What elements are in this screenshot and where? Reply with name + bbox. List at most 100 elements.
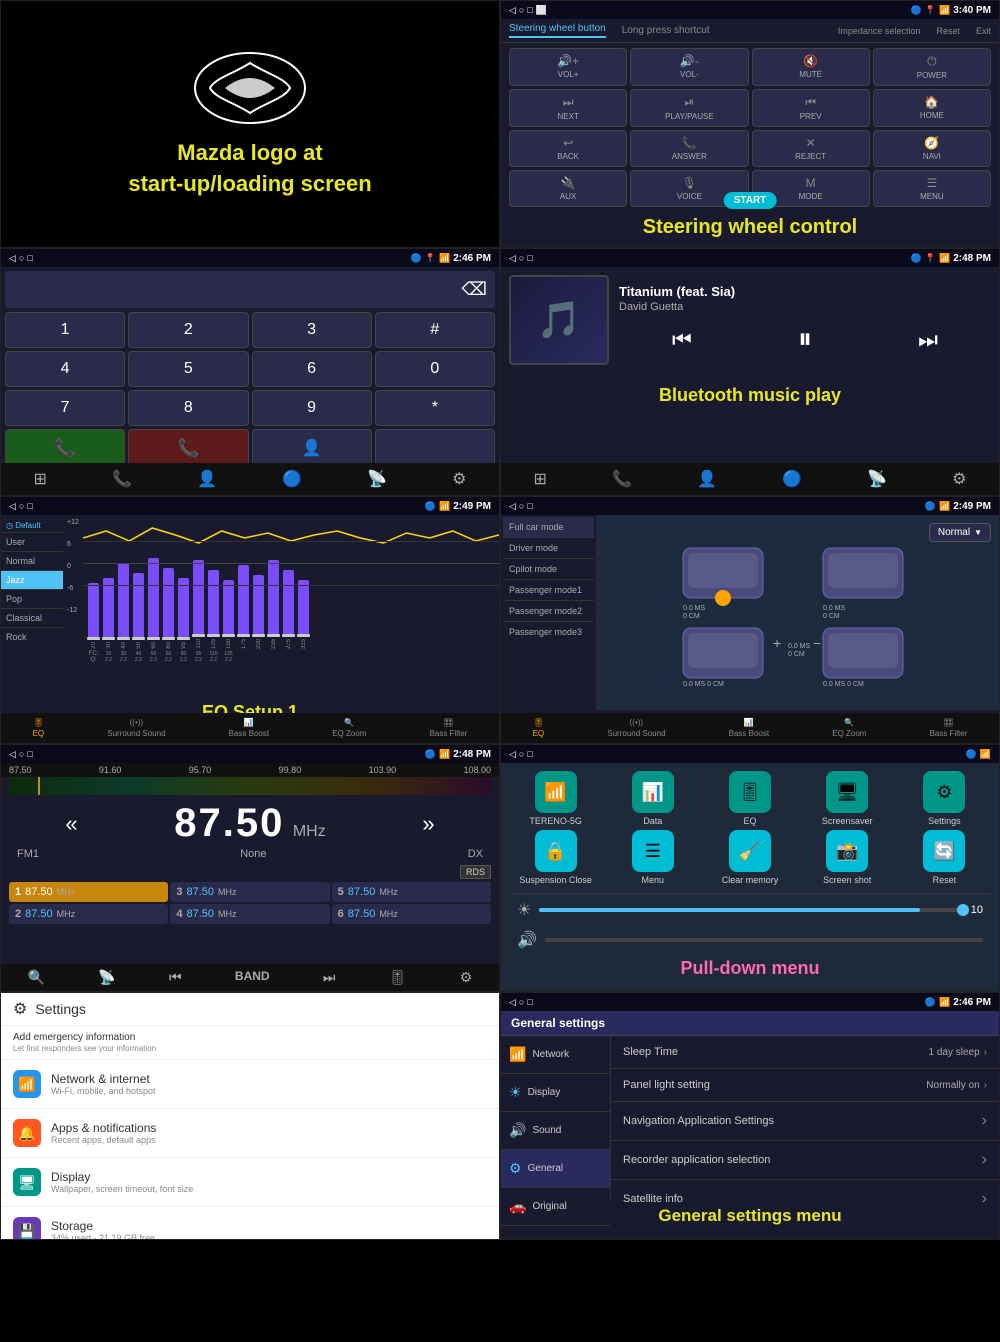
pulldown-screenshot[interactable]: 📸 Screen shot xyxy=(801,830,894,885)
eq-bar-1[interactable]: 30 xyxy=(102,578,115,649)
play-pause-music-btn[interactable]: ⏸ xyxy=(798,323,812,356)
dial-hash[interactable]: # xyxy=(375,312,495,348)
reject-btn[interactable]: ✕REJECT xyxy=(752,130,870,167)
eq-bar-2[interactable]: 40 xyxy=(117,563,130,649)
sidebar-original[interactable]: 🚗 Original xyxy=(501,1188,610,1226)
mode-cpilot[interactable]: Cpilot mode xyxy=(503,559,594,580)
mode-driver[interactable]: Driver mode xyxy=(503,538,594,559)
pulldown-settings[interactable]: ⚙ Settings xyxy=(898,771,991,826)
nav-apps-icon[interactable]: ⊞ xyxy=(34,469,47,489)
setting-apps[interactable]: 🔔 Apps & notifications Recent apps, defa… xyxy=(1,1109,499,1158)
start-button[interactable]: START xyxy=(724,192,777,209)
eq2-tab-bass[interactable]: 📊Bass Boost xyxy=(729,718,769,738)
vol-minus-btn[interactable]: 🔊-VOL- xyxy=(630,48,748,86)
sidebar-sound[interactable]: 🔊 Sound xyxy=(501,1112,610,1150)
sidebar-network[interactable]: 📶 Network xyxy=(501,1036,610,1074)
preset-normal[interactable]: Normal xyxy=(1,552,63,571)
eq-bar-12[interactable]: 235 xyxy=(267,560,280,649)
preset-classical[interactable]: Classical xyxy=(1,609,63,628)
steering-tab-active[interactable]: Steering wheel button xyxy=(509,23,606,38)
nav2-bt2-icon[interactable]: 📡 xyxy=(867,469,887,489)
dial-0[interactable]: 0 xyxy=(375,351,495,387)
dial-7[interactable]: 7 xyxy=(5,390,125,426)
eq-bar-11[interactable]: 200 xyxy=(252,575,265,649)
preset-2[interactable]: 2 87.50 MHz xyxy=(9,904,168,924)
mode-passenger2[interactable]: Passenger mode2 xyxy=(503,601,594,622)
eq-tab-zoom[interactable]: 🔍EQ Zoom xyxy=(332,718,366,738)
nav-bt-icon[interactable]: 🔵 xyxy=(282,469,302,489)
eq-bar-14[interactable]: 315 xyxy=(297,580,310,649)
setting-network[interactable]: 📶 Network & internet Wi-Fi, mobile, and … xyxy=(1,1060,499,1109)
freq-back-btn[interactable]: « xyxy=(65,811,77,837)
answer-btn[interactable]: 📞ANSWER xyxy=(630,130,748,167)
radio-next-icon[interactable]: ⏭ xyxy=(323,969,336,986)
nav-bt2-icon[interactable]: 📡 xyxy=(367,469,387,489)
dial-8[interactable]: 8 xyxy=(128,390,248,426)
preset-pop[interactable]: Pop xyxy=(1,590,63,609)
setting-storage[interactable]: 💾 Storage 34% used - 21.19 GB free xyxy=(1,1207,499,1240)
pulldown-suspension[interactable]: 🔒 Suspension Close xyxy=(509,830,602,885)
mode-passenger1[interactable]: Passenger mode1 xyxy=(503,580,594,601)
setting-satellite[interactable]: Satellite info › xyxy=(611,1180,999,1202)
sidebar-reverse[interactable]: 📷 Reverse xyxy=(501,1226,610,1240)
dial-2[interactable]: 2 xyxy=(128,312,248,348)
radio-band-btn[interactable]: BAND xyxy=(235,969,270,986)
eq-bar-7[interactable]: 110 xyxy=(192,560,205,649)
next-track-btn[interactable]: ⏭ xyxy=(918,327,938,353)
pulldown-clear-memory[interactable]: 🧹 Clear memory xyxy=(703,830,796,885)
prev-track-btn[interactable]: ⏮ xyxy=(672,327,692,353)
radio-prev-icon[interactable]: ⏮ xyxy=(169,969,182,986)
nav2-settings-icon[interactable]: ⚙ xyxy=(952,469,966,489)
eq-bar-13[interactable]: 275 xyxy=(282,570,295,649)
steering-tab-inactive[interactable]: Long press shortcut xyxy=(622,25,710,36)
mode-passenger3[interactable]: Passenger mode3 xyxy=(503,622,594,642)
prev-btn[interactable]: ⏮PREV xyxy=(752,89,870,127)
nav-contacts-icon[interactable]: 👤 xyxy=(197,469,217,489)
power-btn[interactable]: ⏻POWER xyxy=(873,48,991,86)
eq-bar-8[interactable]: 125 xyxy=(207,570,220,649)
eq2-tab-eq[interactable]: 🎚EQ xyxy=(533,718,545,738)
pulldown-menu[interactable]: ☰ Menu xyxy=(606,830,699,885)
mute-btn[interactable]: 🔇MUTE xyxy=(752,48,870,86)
preset-jazz[interactable]: Jazz xyxy=(1,571,63,590)
nav2-phone-icon[interactable]: 📞 xyxy=(612,469,632,489)
nav2-contacts-icon[interactable]: 👤 xyxy=(697,469,717,489)
radio-antenna-icon[interactable]: 📡 xyxy=(98,969,115,986)
dial-1[interactable]: 1 xyxy=(5,312,125,348)
mode-full-car[interactable]: Full car mode xyxy=(503,517,594,538)
pulldown-screensaver[interactable]: 🖥 Screensaver xyxy=(801,771,894,826)
preset-user[interactable]: User xyxy=(1,533,63,552)
eq-bar-10[interactable]: 175 xyxy=(237,565,250,649)
dial-star[interactable]: * xyxy=(375,390,495,426)
navi-btn[interactable]: 🧭NAVI xyxy=(873,130,991,167)
exit-label[interactable]: Exit xyxy=(976,26,991,36)
eq2-tab-filter[interactable]: 🎛Bass Filter xyxy=(930,718,968,738)
dial-6[interactable]: 6 xyxy=(252,351,372,387)
play-pause-btn[interactable]: ⏯PLAY/PAUSE xyxy=(630,89,748,127)
aux-btn[interactable]: 🔌AUX xyxy=(509,170,627,207)
eq-tab-eq[interactable]: 🎚EQ xyxy=(33,718,45,738)
nav-phone-icon[interactable]: 📞 xyxy=(112,469,132,489)
home-btn[interactable]: 🏠HOME xyxy=(873,89,991,127)
setting-recorder[interactable]: Recorder application selection › xyxy=(611,1141,999,1180)
pulldown-data[interactable]: 📊 Data xyxy=(606,771,699,826)
setting-panel-light[interactable]: Panel light setting Normally on › xyxy=(611,1069,999,1102)
vol-plus-btn[interactable]: 🔊+VOL+ xyxy=(509,48,627,86)
eq-tab-bass[interactable]: 📊Bass Boost xyxy=(229,718,269,738)
eq-tab-surround[interactable]: ((•))Surround Sound xyxy=(107,718,165,738)
radio-settings-icon[interactable]: ⚙ xyxy=(460,969,473,986)
reset-label[interactable]: Reset xyxy=(936,26,960,36)
preset-3[interactable]: 3 87.50 MHz xyxy=(170,882,329,902)
next-btn[interactable]: ⏭NEXT xyxy=(509,89,627,127)
setting-nav-app[interactable]: Navigation Application Settings › xyxy=(611,1102,999,1141)
preset-4[interactable]: 4 87.50 MHz xyxy=(170,904,329,924)
dial-9[interactable]: 9 xyxy=(252,390,372,426)
preset-6[interactable]: 6 87.50 MHz xyxy=(332,904,491,924)
eq-bar-9[interactable]: 150 xyxy=(222,580,235,649)
nav2-apps-icon[interactable]: ⊞ xyxy=(534,469,547,489)
preset-1[interactable]: 1 87.50 MHz xyxy=(9,882,168,902)
nav-settings-icon[interactable]: ⚙ xyxy=(452,469,466,489)
dial-4[interactable]: 4 xyxy=(5,351,125,387)
menu-btn[interactable]: ☰MENU xyxy=(873,170,991,207)
eq2-tab-surround[interactable]: ((•))Surround Sound xyxy=(607,718,665,738)
